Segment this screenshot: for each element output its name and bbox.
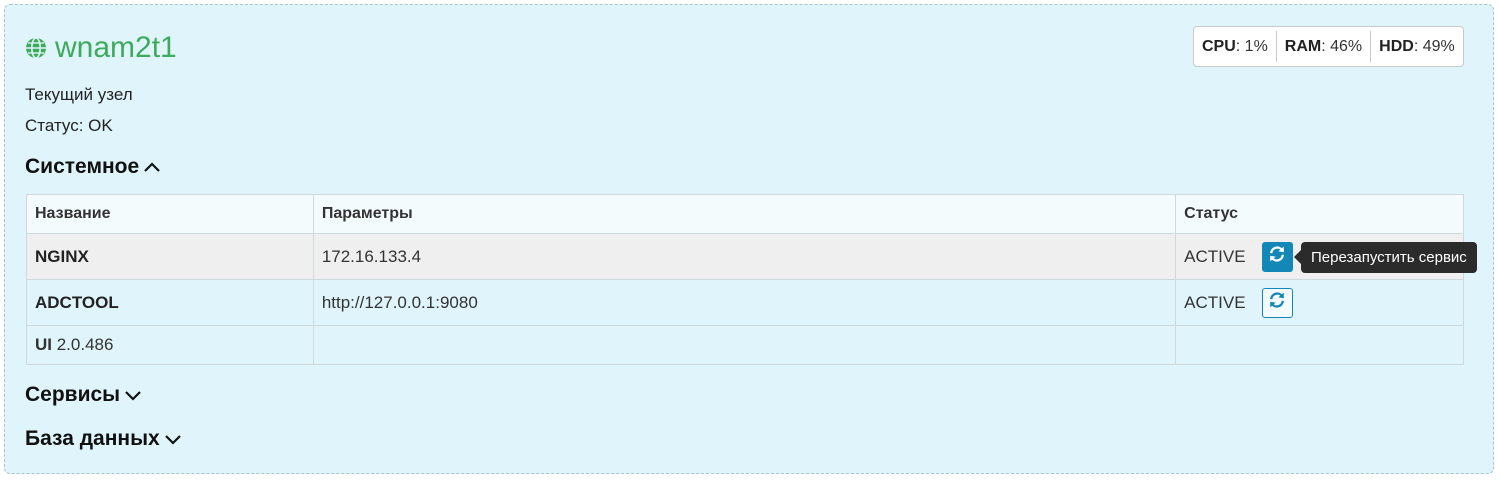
service-params: http://127.0.0.1:9080 xyxy=(312,279,1177,326)
service-status xyxy=(1175,325,1464,365)
service-params: 172.16.133.4 xyxy=(312,233,1177,280)
ui-name: UI xyxy=(35,335,52,354)
ram-label: RAM xyxy=(1284,37,1322,55)
table-row: ADCTOOL http://127.0.0.1:9080 ACTIVE xyxy=(26,279,1464,326)
hdd-stat: HDD: 49% xyxy=(1370,31,1463,62)
table-row: NGINX 172.16.133.4 ACTIVE xyxy=(26,233,1464,280)
restart-service-button[interactable] xyxy=(1261,241,1293,272)
header-params: Параметры xyxy=(312,194,1177,234)
system-table: Название Параметры Статус NGINX 172.16.1… xyxy=(26,194,1464,365)
hdd-value: : 49% xyxy=(1413,37,1455,55)
table-row: UI 2.0.486 xyxy=(26,325,1464,365)
refresh-icon xyxy=(1268,245,1286,268)
ui-version: 2.0.486 xyxy=(52,335,114,354)
header-name: Название xyxy=(26,194,314,234)
section-system-toggle[interactable]: Системное xyxy=(25,155,161,179)
service-status: ACTIVE xyxy=(1184,292,1246,312)
chevron-down-icon xyxy=(124,389,142,401)
section-services-toggle[interactable]: Сервисы xyxy=(25,383,142,407)
section-system-label: Системное xyxy=(25,155,140,178)
section-services-label: Сервисы xyxy=(25,383,121,406)
cpu-value: : 1% xyxy=(1235,37,1268,55)
service-name: ADCTOOL xyxy=(26,279,314,326)
resource-stats: CPU: 1% RAM: 46% HDD: 49% xyxy=(1193,26,1464,67)
cpu-label: CPU xyxy=(1202,37,1236,55)
node-card: wnam2t1 CPU: 1% RAM: 46% HDD: 49% Текущи… xyxy=(4,4,1494,474)
section-database-toggle[interactable]: База данных xyxy=(25,427,182,451)
header-status: Статус xyxy=(1175,194,1464,234)
ram-stat: RAM: 46% xyxy=(1275,31,1370,62)
restart-service-button[interactable] xyxy=(1261,287,1293,318)
node-name: wnam2t1 xyxy=(55,31,177,64)
chevron-down-icon xyxy=(164,433,182,445)
chevron-up-icon xyxy=(143,161,161,173)
restart-tooltip: Перезапустить сервис xyxy=(1294,242,1477,273)
current-node-label: Текущий узел xyxy=(25,85,133,104)
service-name: NGINX xyxy=(26,233,314,280)
table-header-row: Название Параметры Статус xyxy=(26,194,1464,234)
node-title: wnam2t1 xyxy=(25,31,177,65)
hdd-label: HDD xyxy=(1379,37,1414,55)
ram-value: : 46% xyxy=(1321,37,1363,55)
service-status-cell: ACTIVE xyxy=(1175,279,1464,326)
service-status: ACTIVE xyxy=(1184,246,1246,266)
globe-icon xyxy=(25,37,47,59)
node-status: Статус: OK xyxy=(25,116,113,135)
service-params xyxy=(312,325,1177,365)
refresh-icon xyxy=(1268,291,1286,314)
ui-version-cell: UI 2.0.486 xyxy=(26,325,314,365)
cpu-stat: CPU: 1% xyxy=(1194,31,1276,62)
section-database-label: База данных xyxy=(25,427,160,450)
